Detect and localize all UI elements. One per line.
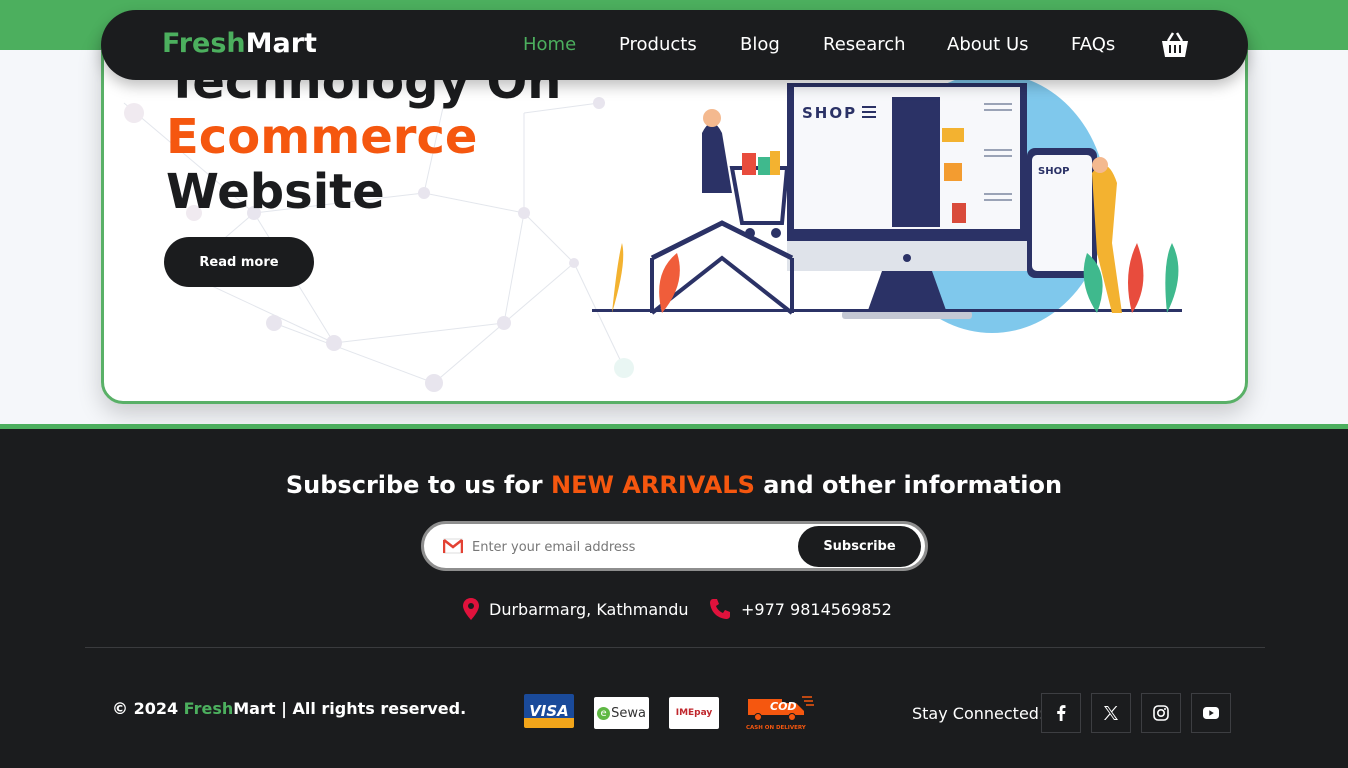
nav-home[interactable]: Home — [523, 34, 576, 55]
phone: +977 9814569852 — [709, 598, 892, 620]
nav-research[interactable]: Research — [823, 34, 906, 55]
nav-about-us[interactable]: About Us — [947, 34, 1029, 55]
youtube-icon — [1203, 707, 1219, 719]
email-input[interactable] — [472, 536, 792, 558]
footer: Subscribe to us for NEW ARRIVALS and oth… — [0, 424, 1348, 768]
imepay-logo: IMEpay — [669, 697, 719, 729]
copyright: © 2024 FreshMart | All rights reserved. — [112, 699, 467, 718]
phone-text: +977 9814569852 — [741, 599, 892, 619]
esewa-logo: e Sewa — [594, 697, 649, 729]
facebook-link[interactable] — [1041, 693, 1081, 733]
location-pin-icon — [463, 598, 479, 620]
nav-faqs[interactable]: FAQs — [1071, 34, 1115, 55]
x-link[interactable] — [1091, 693, 1131, 733]
subscribe-heading: Subscribe to us for NEW ARRIVALS and oth… — [285, 471, 1063, 499]
address-text: Durbarmarg, Kathmandu — [489, 599, 689, 619]
phone-icon — [710, 599, 730, 619]
hero-title-line3: Website — [166, 164, 385, 220]
subscribe-form: Subscribe — [421, 521, 928, 571]
ecommerce-illustration: SHOP SHOP — [592, 73, 1182, 333]
read-more-button[interactable]: Read more — [164, 237, 314, 287]
svg-text:COD: COD — [770, 700, 797, 713]
instagram-link[interactable] — [1141, 693, 1181, 733]
logo[interactable]: FreshMart — [162, 28, 317, 59]
cod-logo: COD CASH ON DELIVERY — [746, 696, 814, 731]
subscribe-button[interactable]: Subscribe — [798, 526, 921, 567]
navbar: FreshMart Home Products Blog Research Ab… — [101, 10, 1248, 80]
svg-text:CASH ON DELIVERY: CASH ON DELIVERY — [746, 725, 807, 731]
instagram-icon — [1153, 705, 1169, 721]
x-icon — [1104, 706, 1118, 720]
svg-text:SHOP: SHOP — [802, 104, 857, 122]
cart-icon[interactable] — [1161, 32, 1189, 58]
svg-text:SHOP: SHOP — [1038, 166, 1069, 177]
nav-products[interactable]: Products — [619, 34, 697, 55]
gmail-icon — [443, 538, 463, 554]
stay-connected-label: Stay Connected: — [912, 704, 1045, 723]
facebook-icon — [1057, 705, 1066, 721]
hero-title-line2: Ecommerce — [166, 109, 478, 165]
visa-logo: VISA — [524, 694, 574, 728]
youtube-link[interactable] — [1191, 693, 1231, 733]
address: Durbarmarg, Kathmandu — [463, 598, 689, 620]
hero-section: Technology On Ecommerce Website Read mor… — [101, 30, 1248, 404]
footer-divider — [85, 647, 1265, 648]
nav-blog[interactable]: Blog — [740, 34, 780, 55]
